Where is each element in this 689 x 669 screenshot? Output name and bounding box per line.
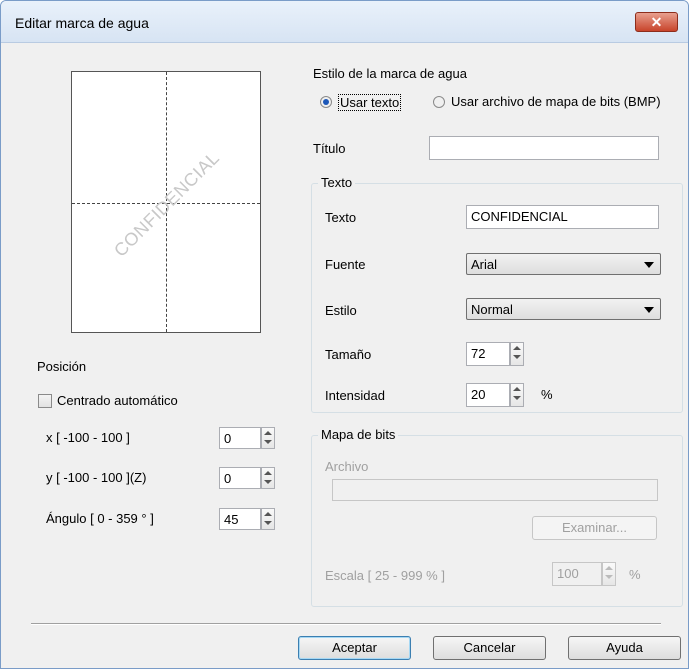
size-label: Tamaño: [325, 347, 372, 362]
file-label: Archivo: [325, 459, 369, 474]
auto-center-checkbox[interactable]: [38, 394, 52, 408]
angle-spinner[interactable]: [261, 508, 275, 530]
style-select[interactable]: Normal: [466, 298, 661, 320]
font-label: Fuente: [325, 257, 366, 272]
use-text-label[interactable]: Usar texto: [338, 94, 402, 111]
preview-watermark-text: CONFIDENCIAL: [110, 147, 224, 261]
title-input[interactable]: [429, 136, 659, 160]
ok-button[interactable]: Aceptar: [298, 636, 411, 660]
use-text-radio[interactable]: [320, 96, 332, 108]
y-position-input[interactable]: 0: [219, 467, 261, 489]
footer-separator: [31, 623, 661, 625]
font-select[interactable]: Arial: [466, 253, 661, 275]
style-select-value: Normal: [471, 302, 513, 317]
scale-label: Escala [ 25 - 999 % ]: [325, 568, 445, 583]
scale-input[interactable]: 100: [552, 562, 602, 586]
watermark-preview: CONFIDENCIAL: [71, 71, 261, 333]
help-button[interactable]: Ayuda: [568, 636, 681, 660]
intensity-spinner[interactable]: [510, 383, 524, 407]
title-bar[interactable]: Editar marca de agua ✕: [1, 1, 688, 43]
x-position-input[interactable]: 0: [219, 427, 261, 449]
angle-label: Ángulo [ 0 - 359 ° ]: [46, 511, 154, 526]
close-button[interactable]: ✕: [635, 12, 678, 32]
position-section-label: Posición: [37, 359, 87, 374]
auto-center-label[interactable]: Centrado automático: [57, 393, 178, 408]
text-group-title: Texto: [318, 175, 356, 190]
watermark-style-label: Estilo de la marca de agua: [313, 66, 467, 81]
y-position-label: y [ -100 - 100 ](Z): [46, 470, 147, 485]
scale-spinner[interactable]: [602, 562, 616, 586]
scale-unit: %: [629, 567, 641, 582]
size-input[interactable]: 72: [466, 342, 510, 366]
intensity-label: Intensidad: [325, 388, 385, 403]
browse-button[interactable]: Examinar...: [532, 516, 657, 540]
watermark-text-input[interactable]: CONFIDENCIAL: [466, 205, 659, 229]
title-label: Título: [313, 141, 346, 156]
y-position-spinner[interactable]: [261, 467, 275, 489]
use-bitmap-label[interactable]: Usar archivo de mapa de bits (BMP): [451, 94, 661, 109]
file-path-input[interactable]: [332, 479, 658, 501]
angle-input[interactable]: 45: [219, 508, 261, 530]
font-select-value: Arial: [471, 257, 498, 272]
chevron-down-icon: [644, 307, 654, 313]
bitmap-group-title: Mapa de bits: [318, 427, 399, 442]
dialog-title: Editar marca de agua: [15, 15, 149, 31]
style-label: Estilo: [325, 303, 357, 318]
intensity-input[interactable]: 20: [466, 383, 510, 407]
close-icon: ✕: [650, 13, 663, 30]
watermark-dialog: Editar marca de agua ✕ CONFIDENCIAL Posi…: [0, 0, 689, 669]
x-position-label: x [ -100 - 100 ]: [46, 430, 130, 445]
intensity-unit: %: [541, 387, 553, 402]
cancel-button[interactable]: Cancelar: [433, 636, 546, 660]
size-spinner[interactable]: [510, 342, 524, 366]
use-bitmap-radio[interactable]: [433, 96, 445, 108]
text-label: Texto: [325, 210, 357, 225]
chevron-down-icon: [644, 262, 654, 268]
x-position-spinner[interactable]: [261, 427, 275, 449]
